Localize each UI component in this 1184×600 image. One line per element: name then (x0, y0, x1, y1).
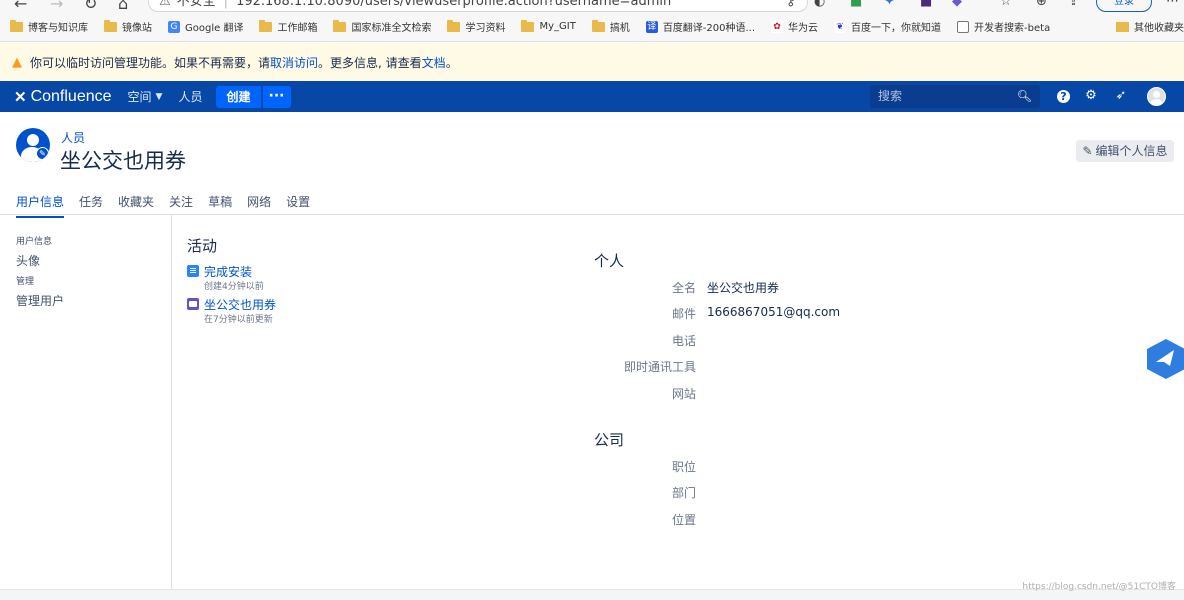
folder-icon (259, 19, 273, 32)
sidebar-item-manage-users[interactable]: 管理用户 (16, 292, 64, 309)
sidebar-heading-user-info: 用户信息 (16, 237, 53, 247)
tabs-divider (0, 214, 1184, 215)
personal-section-title: 个人 (594, 252, 625, 270)
activity-meta: 创建4分钟以前 (204, 282, 264, 292)
page-title: 坐公交也用券 (60, 149, 186, 173)
baidu-icon: ❦ (834, 20, 847, 33)
key-icon[interactable]: ⚷ (786, 0, 796, 9)
activity-link[interactable]: 坐公交也用券 (204, 296, 276, 313)
page-icon (187, 265, 199, 277)
bookmark-item[interactable]: 工作邮箱 (259, 19, 317, 34)
admin-access-banner: ▲ 你可以临时访问管理功能。如果不再需要，请 取消访问 。更多信息, 请查看 文档… (0, 43, 1184, 81)
sidebar-heading-admin: 管理 (16, 277, 35, 287)
folder-icon (104, 19, 117, 32)
extension-icon[interactable]: ✦ (884, 0, 895, 9)
confluence-logo-icon: ✕ (14, 88, 27, 106)
bookmark-item[interactable]: 译百度翻译-200种语... (645, 19, 755, 34)
activity-link[interactable]: 完成安装 (204, 263, 252, 280)
confluence-logo[interactable]: ✕ Confluence (14, 88, 112, 106)
favorites-icon[interactable]: ☆ (1000, 0, 1012, 9)
extension-icon[interactable]: ■ (920, 0, 932, 9)
cancel-access-link[interactable]: 取消访问 (270, 54, 318, 71)
home-icon[interactable]: ⌂ (118, 0, 128, 12)
edit-avatar-icon: ✎ (36, 147, 49, 160)
bookmark-item[interactable]: ❦ 百度一下，你就知道 (834, 19, 941, 34)
notifications-icon[interactable]: ➶ (1113, 88, 1129, 104)
back-icon[interactable]: ← (14, 0, 27, 12)
other-bookmarks[interactable]: 其他收藏夹 (1110, 19, 1184, 34)
security-label: 不安全 (176, 0, 216, 9)
profile-avatar[interactable]: ✎ (16, 128, 50, 162)
bookmarks-bar: 博客与知识库 镜像站 G Google 翻译 工作邮箱 国家标准全文检索 学习资料… (0, 12, 1184, 42)
browser-toolbar: ← → ↻ ⌂ ⚠ 不安全 | 192.168.1.10:8090/users/vie… (0, 0, 1184, 12)
warning-icon: ▲ (12, 54, 22, 70)
activity-title: 活动 (187, 237, 218, 255)
create-more-button[interactable]: ··· (262, 85, 291, 108)
user-avatar[interactable] (1147, 87, 1166, 106)
space-icon (187, 298, 199, 310)
pencil-icon: ✎ (1082, 144, 1093, 158)
search-input[interactable]: 搜索 🔍︎ (870, 85, 1040, 108)
watermark: https://blog.csdn.net/@51CTO博客 (1022, 582, 1176, 592)
app-header: ✕ Confluence 空间 ▼ 人员 创建 ··· 搜索 🔍︎ ? ⚙ ➶ (0, 81, 1184, 112)
chevron-down-icon: ▼ (155, 91, 163, 102)
folder-icon (1116, 21, 1129, 32)
field-label-email: 邮件 (671, 307, 696, 321)
field-value-email[interactable]: 1666867051@qq.com (707, 305, 840, 319)
field-label-department: 部门 (671, 486, 696, 500)
field-label-website: 网站 (671, 387, 696, 401)
warning-icon: ⚠ (159, 0, 171, 9)
bookmark-item[interactable]: 国家标准全文检索 (333, 19, 431, 34)
extension-icon[interactable]: ◐ (814, 0, 825, 9)
bookmark-item[interactable]: 学习资料 (447, 19, 505, 34)
folder-icon (591, 19, 605, 32)
bookmark-item[interactable]: G Google 翻译 (168, 19, 243, 34)
spaces-menu[interactable]: 空间 ▼ (128, 88, 163, 105)
field-label-position: 职位 (671, 460, 696, 474)
docs-link[interactable]: 文档 (422, 54, 446, 71)
menu-icon[interactable]: ⋯ (1166, 0, 1179, 9)
bookmark-item[interactable]: My_GIT (521, 19, 576, 32)
floating-bird-icon[interactable] (1146, 338, 1184, 380)
edit-profile-button[interactable]: ✎ 编辑个人信息 (1076, 140, 1174, 162)
page-icon (957, 20, 970, 33)
folder-icon (447, 19, 461, 32)
forward-icon[interactable]: → (50, 0, 63, 12)
field-value-fullname: 坐公交也用券 (707, 281, 780, 295)
collections-icon[interactable]: ⊕ (1036, 0, 1047, 9)
field-label-im: 即时通讯工具 (623, 360, 696, 374)
company-section-title: 公司 (594, 431, 625, 449)
huawei-icon: ✿ (771, 20, 784, 33)
field-label-location: 位置 (671, 513, 696, 527)
folder-icon (521, 19, 535, 32)
extension-icon[interactable]: ◆ (952, 0, 962, 9)
breadcrumb[interactable]: 人员 (61, 129, 85, 146)
login-button[interactable]: 登录 (1096, 0, 1152, 12)
activity-meta: 在7分钟以前更新 (204, 315, 273, 325)
field-label-fullname: 全名 (671, 281, 696, 295)
extension-icon[interactable]: ■ (850, 0, 862, 9)
field-label-phone: 电话 (671, 334, 696, 348)
folder-icon (10, 19, 23, 32)
bookmark-item[interactable]: ✿ 华为云 (771, 19, 818, 34)
create-button[interactable]: 创建 (216, 85, 261, 108)
people-link[interactable]: 人员 (178, 88, 202, 105)
google-translate-icon: G (168, 20, 180, 33)
footer-strip (0, 589, 1184, 600)
search-icon: 🔍︎ (1016, 89, 1032, 103)
reload-icon[interactable]: ↻ (84, 0, 97, 12)
bookmark-item[interactable]: 搞机 (591, 19, 630, 34)
folder-icon (333, 19, 347, 32)
baidu-translate-icon: 译 (645, 20, 658, 33)
sidebar-item-avatar[interactable]: 头像 (16, 252, 40, 269)
profile-sidebar: 用户信息 头像 管理 管理用户 (0, 215, 172, 590)
url-text: 192.168.1.10:8090/users/viewuserprofile.… (236, 0, 672, 9)
bookmark-item[interactable]: 镜像站 (104, 19, 152, 34)
bookmark-item[interactable]: 开发者搜索-beta (957, 19, 1050, 34)
share-icon[interactable]: ⇪ (1068, 0, 1079, 9)
help-icon[interactable]: ? (1057, 90, 1070, 103)
gear-icon[interactable]: ⚙ (1083, 88, 1099, 104)
address-bar[interactable]: ⚠ 不安全 | 192.168.1.10:8090/users/viewuserpro… (148, 0, 808, 12)
bookmark-item[interactable]: 博客与知识库 (10, 19, 88, 34)
